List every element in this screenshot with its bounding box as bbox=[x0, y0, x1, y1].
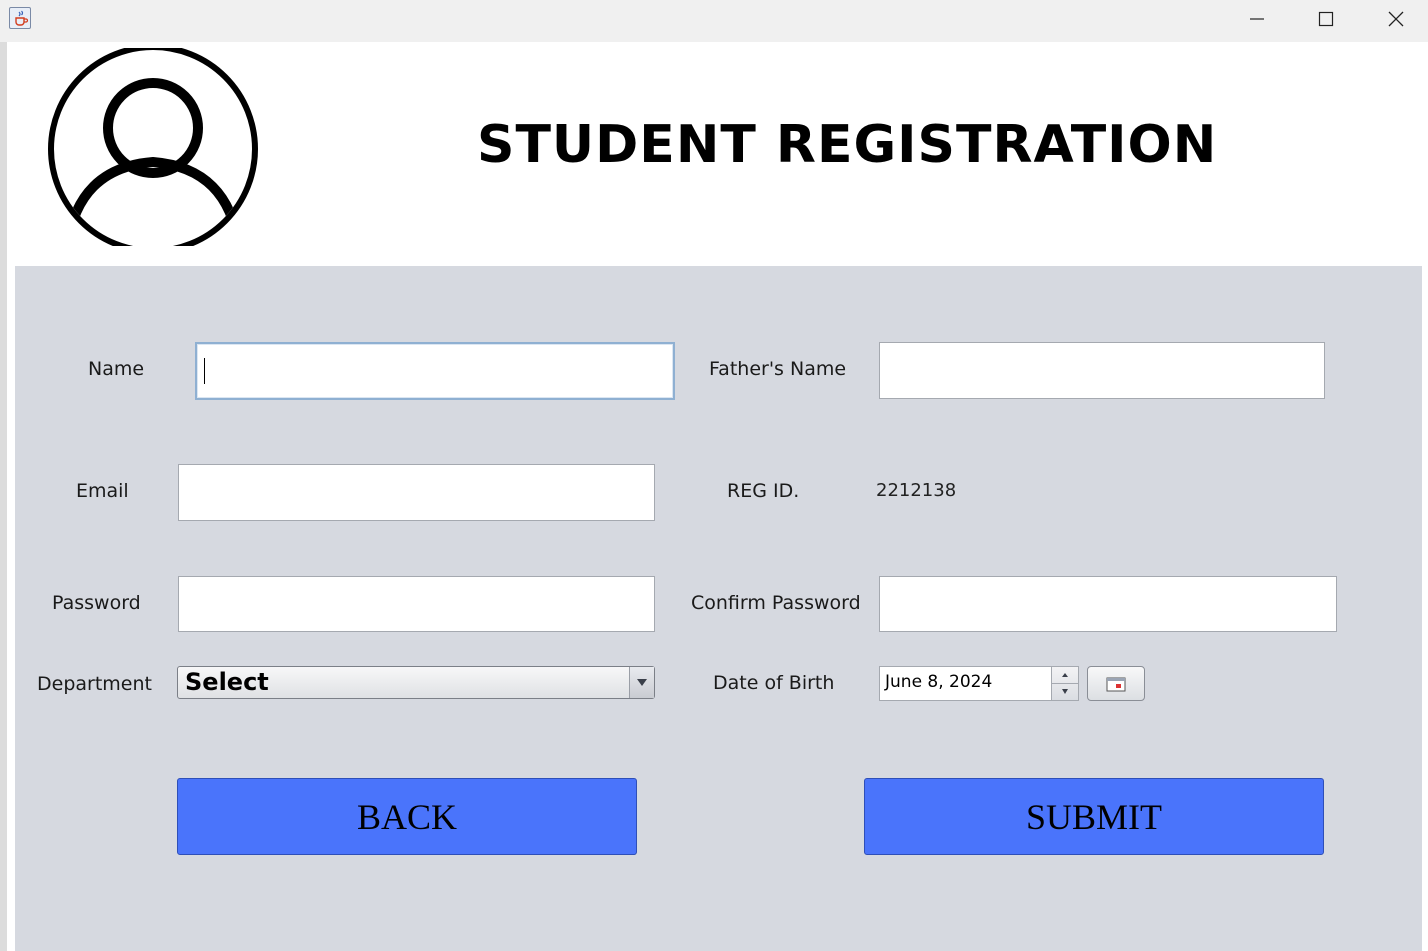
calendar-button[interactable] bbox=[1087, 666, 1145, 701]
header-panel: STUDENT REGISTRATION bbox=[7, 42, 1428, 266]
reg-id-value: 2212138 bbox=[876, 480, 957, 501]
spinner-up-icon bbox=[1062, 673, 1068, 677]
email-input[interactable] bbox=[178, 464, 655, 521]
spinner-down-button[interactable] bbox=[1052, 684, 1078, 700]
fathers-name-label: Father's Name bbox=[709, 358, 847, 380]
date-spinner-buttons bbox=[1051, 667, 1078, 700]
submit-button-label: SUBMIT bbox=[1025, 796, 1163, 837]
text-caret bbox=[204, 358, 205, 384]
department-selected-value: Select bbox=[185, 668, 269, 696]
calendar-icon bbox=[1106, 677, 1126, 692]
window-border bbox=[0, 42, 7, 951]
date-of-birth-label: Date of Birth bbox=[713, 672, 835, 694]
window-titlebar bbox=[0, 0, 1428, 42]
maximize-button[interactable] bbox=[1291, 0, 1361, 38]
page-title: STUDENT REGISTRATION bbox=[477, 115, 1218, 175]
submit-button[interactable]: SUBMIT bbox=[864, 778, 1324, 855]
fathers-name-input[interactable] bbox=[879, 342, 1325, 399]
department-label: Department bbox=[37, 673, 152, 695]
date-of-birth-value: June 8, 2024 bbox=[885, 672, 993, 692]
back-button-label: BACK bbox=[356, 796, 458, 837]
email-label: Email bbox=[76, 480, 129, 502]
user-avatar-icon bbox=[47, 44, 261, 254]
spinner-up-button[interactable] bbox=[1052, 667, 1078, 684]
confirm-password-input[interactable] bbox=[879, 576, 1337, 632]
chevron-down-icon bbox=[637, 679, 647, 686]
date-of-birth-spinner[interactable]: June 8, 2024 bbox=[879, 666, 1079, 701]
close-button[interactable] bbox=[1361, 0, 1428, 38]
minimize-button[interactable] bbox=[1222, 0, 1292, 38]
name-input[interactable] bbox=[195, 342, 675, 400]
password-label: Password bbox=[52, 592, 141, 614]
reg-id-label: REG ID. bbox=[727, 480, 800, 502]
department-dropdown[interactable]: Select bbox=[177, 666, 655, 699]
minimize-icon bbox=[1250, 18, 1264, 20]
maximize-icon bbox=[1318, 11, 1334, 27]
java-cup-icon bbox=[9, 7, 31, 29]
password-input[interactable] bbox=[178, 576, 655, 632]
confirm-password-label: Confirm Password bbox=[691, 592, 861, 614]
dropdown-arrow-button[interactable] bbox=[629, 667, 654, 698]
close-icon bbox=[1388, 11, 1404, 27]
back-button[interactable]: BACK bbox=[177, 778, 637, 855]
spinner-down-icon bbox=[1062, 689, 1068, 694]
name-label: Name bbox=[88, 358, 145, 380]
